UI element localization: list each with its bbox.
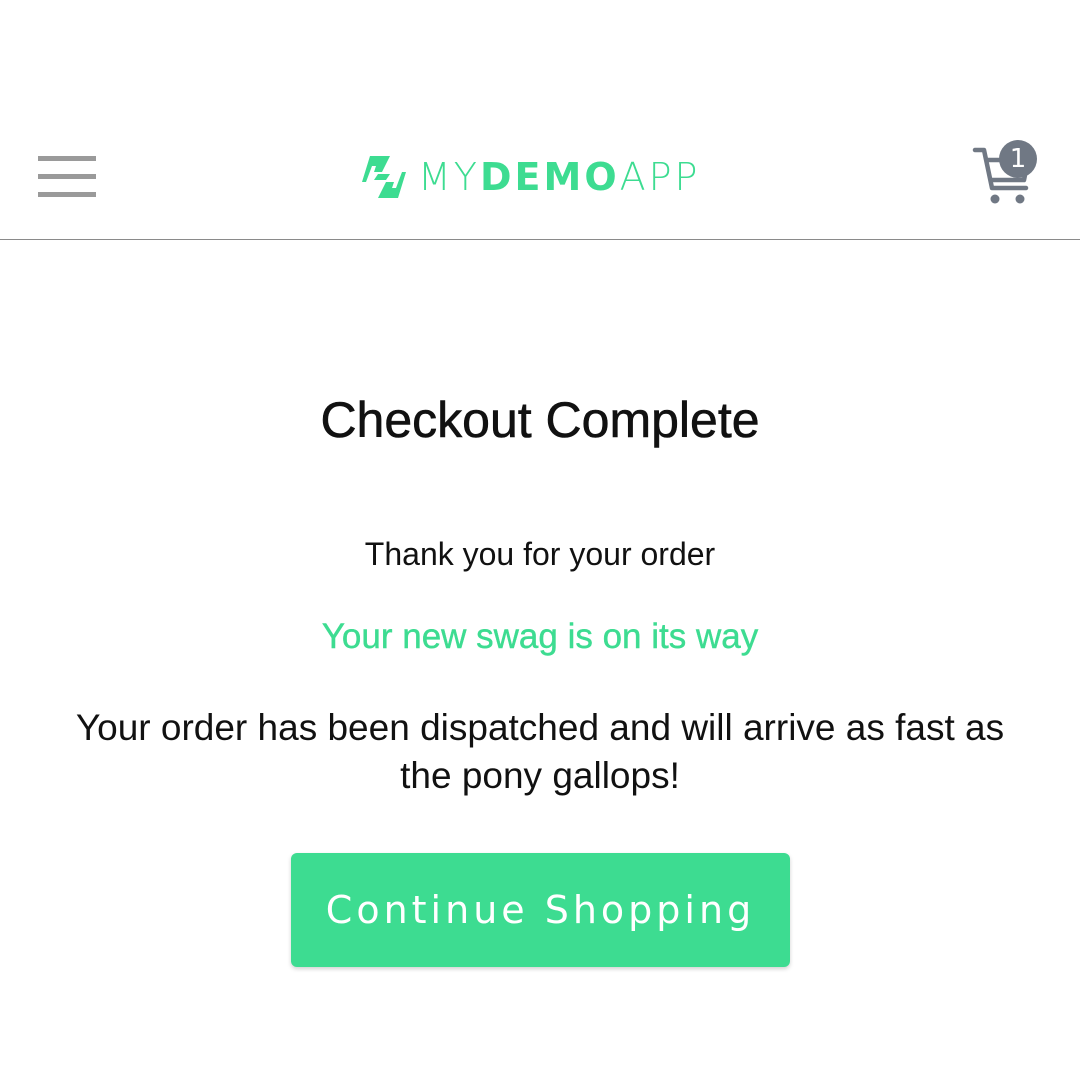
hamburger-menu-icon[interactable] — [38, 156, 96, 198]
swag-message: Your new swag is on its way — [321, 617, 759, 656]
mydemoapp-logo-icon — [362, 156, 406, 198]
continue-shopping-button[interactable]: Continue Shopping — [291, 853, 790, 967]
thank-you-text: Thank you for your order — [364, 536, 716, 572]
app-logo-text: MYDEMOAPP — [418, 150, 700, 204]
menu-bar — [38, 192, 96, 197]
dispatch-message: Your order has been dispatched and will … — [75, 707, 1005, 796]
menu-bar — [38, 174, 96, 179]
cart-badge: 1 — [999, 140, 1037, 178]
page-title: Checkout Complete — [320, 392, 760, 449]
logo-text-app: APP — [619, 155, 701, 199]
logo-text-demo: DEMO — [480, 155, 620, 199]
app-logo: MYDEMOAPP — [360, 150, 700, 204]
app-header: MYDEMOAPP 1 — [0, 0, 1080, 240]
logo-text-my: MY — [418, 155, 480, 199]
menu-bar — [38, 156, 96, 161]
